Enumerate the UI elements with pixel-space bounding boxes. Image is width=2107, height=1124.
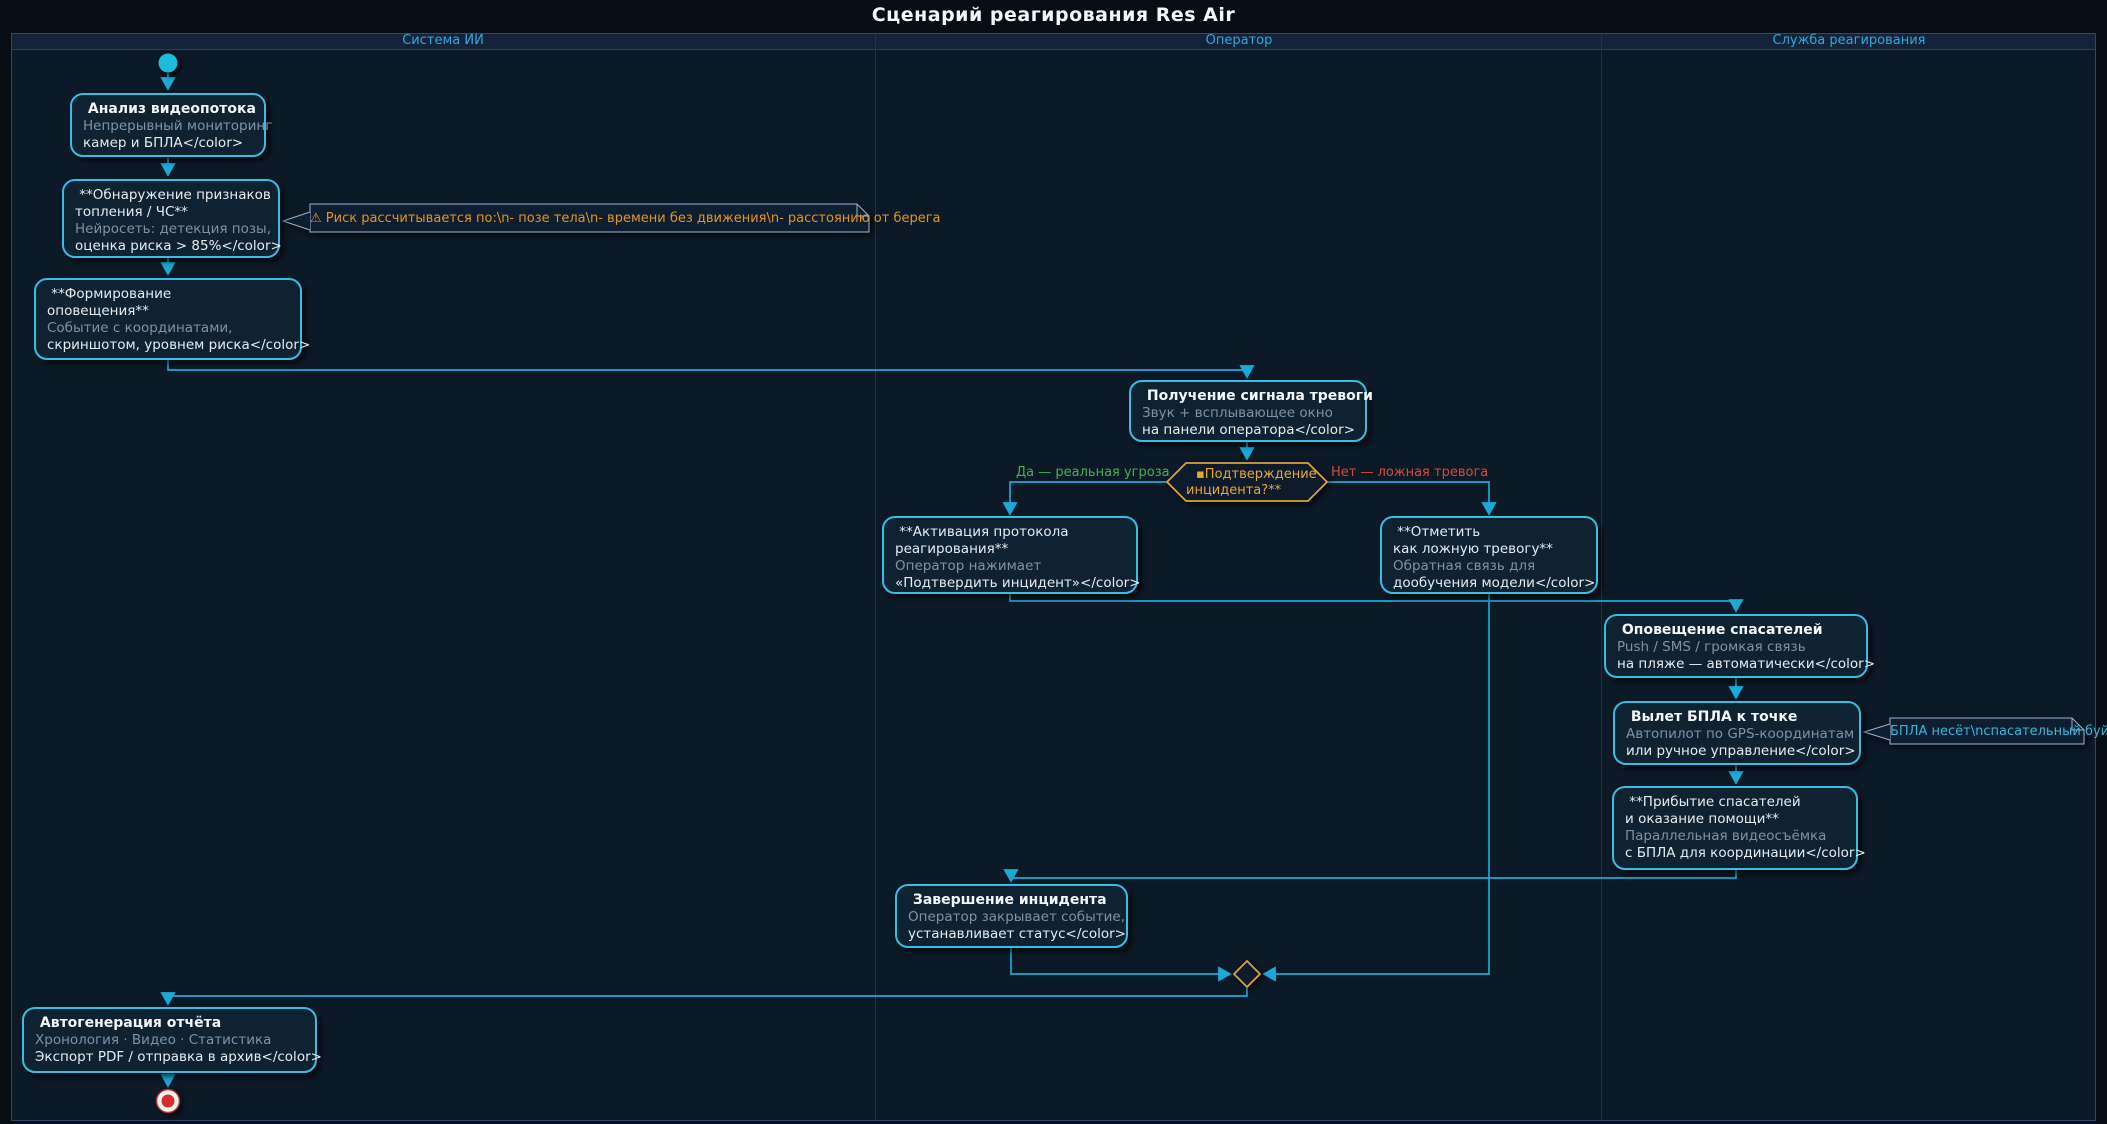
start-node xyxy=(159,54,178,73)
edge-activate-notify xyxy=(1010,594,1736,611)
node-protocol-activation: **Активация протокола реагирования** Опе… xyxy=(882,516,1138,594)
edge-close-merge xyxy=(1011,948,1230,974)
node-video-analysis: Анализ видеопотока Непрерывный мониторин… xyxy=(70,93,266,157)
merge-diamond xyxy=(1234,961,1260,987)
edge-decision-activate xyxy=(1010,482,1167,514)
node-false-alarm: **Отметить как ложную тревогу** Обратная… xyxy=(1380,516,1598,594)
node-uav-dispatch: Вылет БПЛА к точке Автопилот по GPS-коор… xyxy=(1613,701,1861,765)
node-rescuer-notification: Оповещение спасателей Push / SMS / громк… xyxy=(1604,614,1868,678)
branch-label-yes: Да — реальная угроза xyxy=(1016,465,1170,480)
node-report-generation: Автогенерация отчёта Хронология · Видео … xyxy=(22,1007,317,1073)
decision-label: ▪Подтверждение инцидента?** xyxy=(1186,467,1316,498)
edge-decision-falsealarm xyxy=(1327,482,1489,514)
node-rescuer-arrival: **Прибытие спасателей и оказание помощи*… xyxy=(1612,786,1858,870)
branch-label-no: Нет — ложная тревога xyxy=(1331,465,1488,480)
edge-arrival-close xyxy=(1011,870,1736,881)
note-risk-calculation: ⚠ Риск рассчитывается по:\n- позе тела\n… xyxy=(310,211,869,226)
node-incident-closure: Завершение инцидента Оператор закрывает … xyxy=(895,884,1128,948)
activity-diagram-page: { "title": "Сценарий реагирования Res Ai… xyxy=(0,0,2107,1124)
edge-alertform-receive xyxy=(168,360,1247,377)
node-alert-formation: **Формирование оповещения** Событие с ко… xyxy=(34,278,302,360)
node-drowning-detection: **Обнаружение признаков топления / ЧС** … xyxy=(62,179,280,258)
node-alarm-received: Получение сигнала тревоги Звук + всплыва… xyxy=(1129,380,1367,442)
note-uav-buoy: БПЛА несёт\nспасательный буй xyxy=(1890,724,2084,739)
edge-merge-report xyxy=(168,988,1247,1004)
end-node xyxy=(157,1090,180,1113)
edge-falsealarm-merge xyxy=(1264,594,1489,974)
